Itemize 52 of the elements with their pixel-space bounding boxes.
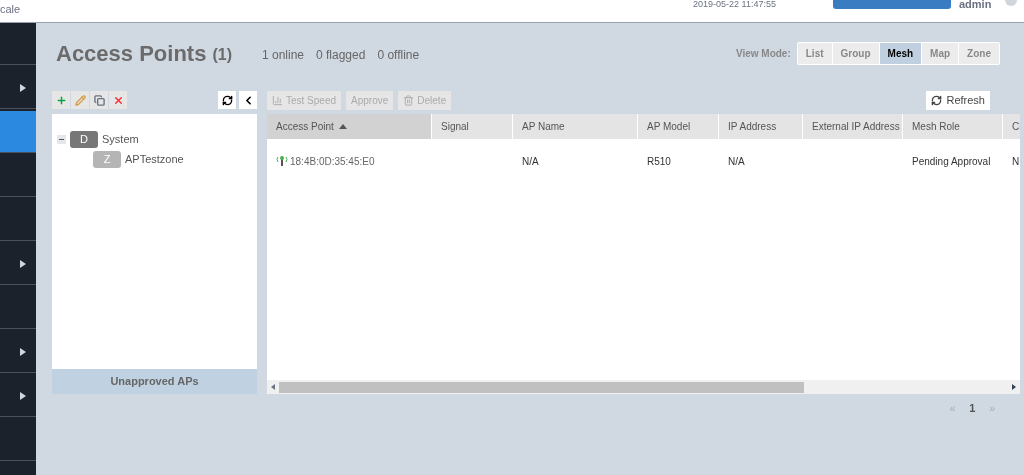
table-cell-text: N/A [522, 154, 539, 169]
table-cell-text: R510 [647, 154, 671, 169]
view-mode-tab[interactable]: List [797, 42, 832, 64]
refresh-button[interactable] [218, 91, 236, 109]
status-count: 0 flagged [316, 46, 366, 64]
access-point-icon [276, 155, 288, 167]
status-count: 1 online [261, 46, 304, 64]
add-button[interactable] [52, 91, 70, 109]
scrollbar-thumb[interactable] [279, 381, 804, 393]
table-cell-text: 18:4B:0D:35:45:E0 [290, 154, 375, 169]
tree-item[interactable]: System [102, 130, 139, 148]
scroll-left-icon [271, 384, 275, 390]
tree-item[interactable]: APTestzone [125, 150, 184, 168]
status-count: 0 offline [377, 46, 420, 64]
copy-button[interactable] [90, 91, 108, 109]
page-number[interactable]: 1 [969, 400, 976, 417]
copy-icon [93, 94, 105, 106]
view-mode-label: View Mode: [735, 46, 791, 61]
node-badge: Z [93, 150, 121, 168]
view-mode-tab[interactable]: Map [922, 42, 959, 64]
view-mode-tab[interactable]: Zone [959, 42, 999, 64]
refresh-button[interactable]: Refresh [926, 90, 990, 110]
view-mode-tab[interactable]: Mesh [879, 42, 922, 64]
expand-arrow-icon [20, 391, 26, 400]
user-name[interactable]: admin [959, 0, 992, 10]
add-icon [55, 94, 67, 106]
edit-button[interactable] [71, 91, 89, 109]
collapse-icon[interactable] [57, 134, 66, 144]
view-mode-tab[interactable]: Group [832, 42, 879, 64]
column-header[interactable]: Access Point [267, 114, 432, 139]
node-badge: D [70, 130, 98, 148]
edit-icon [74, 94, 86, 106]
sidebar-item[interactable] [0, 111, 36, 153]
collapse-panel-button[interactable] [239, 91, 257, 109]
table-cell-text: Pending Approval [912, 154, 991, 169]
expand-arrow-icon [20, 83, 26, 92]
brand-text: cale [0, 4, 21, 15]
page-title: Access Points [56, 39, 207, 68]
datetime-text: 2019-05-22 11:47:55 [693, 0, 776, 9]
expand-arrow-icon [20, 259, 26, 268]
expand-arrow-icon [20, 347, 26, 356]
chart-icon [272, 94, 283, 106]
title-count: (1) [212, 44, 232, 65]
close-icon [112, 94, 124, 106]
refresh-icon [221, 94, 233, 106]
close-button[interactable] [109, 91, 127, 109]
refresh-icon [931, 94, 943, 106]
scroll-right-icon [1012, 384, 1016, 390]
trash-icon [403, 94, 415, 106]
table-cell-text: N/A [728, 154, 745, 169]
sort-up-icon [338, 124, 347, 129]
unapproved-aps-tab[interactable]: Unapproved APs [52, 369, 257, 394]
